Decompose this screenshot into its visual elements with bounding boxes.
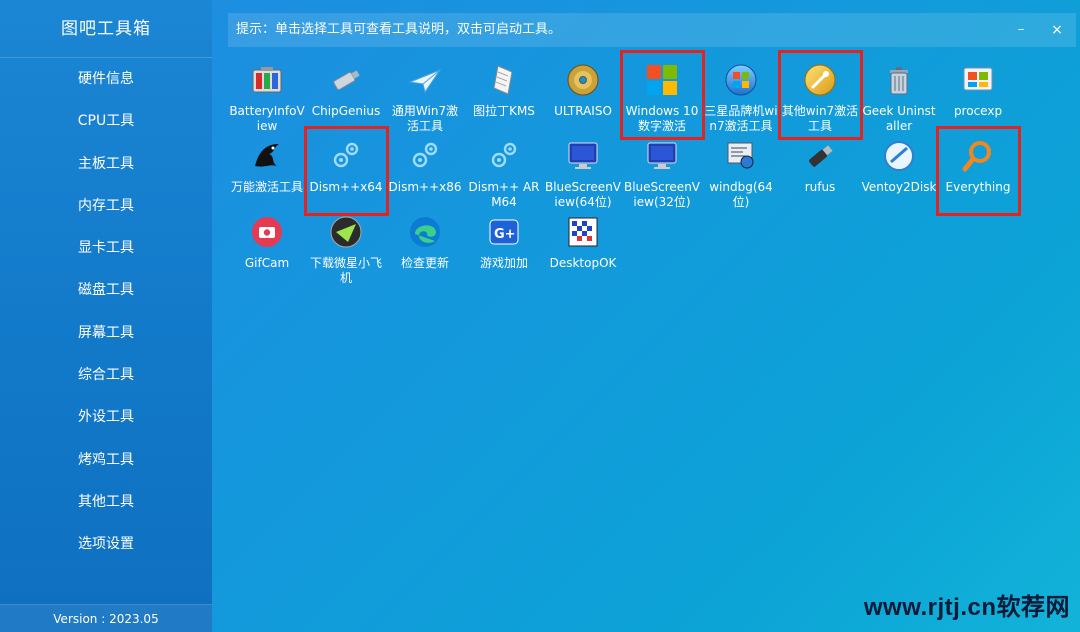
usb-drive-icon — [328, 62, 364, 98]
tool-label: Windows 10数字激活 — [625, 104, 699, 133]
monitor-icon — [565, 138, 601, 174]
tool-label: BatteryInfoView — [229, 104, 305, 133]
tool-item[interactable]: procexp — [939, 62, 1017, 119]
battery-icon — [249, 62, 285, 98]
tool-label: Dism++x64 — [309, 180, 383, 194]
scroll-icon — [486, 62, 522, 98]
edge-icon — [407, 214, 443, 250]
tool-label: 图拉丁KMS — [473, 104, 535, 118]
tool-item[interactable]: windbg(64位) — [702, 138, 780, 210]
sidebar-item-motherboard-tools[interactable]: 主板工具 — [0, 143, 212, 185]
svg-text:G+: G+ — [494, 227, 516, 242]
tool-label: Ventoy2Disk — [861, 180, 937, 194]
process-explorer-icon — [960, 62, 996, 98]
tool-item[interactable]: 图拉丁KMS — [465, 62, 543, 119]
tool-item[interactable]: GifCam — [228, 214, 306, 271]
usb-stick-icon — [802, 138, 838, 174]
tool-label: 下载微星小飞机 — [309, 256, 382, 285]
tool-item[interactable]: 万能激活工具 — [228, 138, 306, 195]
camera-icon — [249, 214, 285, 250]
tool-item[interactable]: G+ 游戏加加 — [465, 214, 543, 271]
sidebar-item-gpu-tools[interactable]: 显卡工具 — [0, 227, 212, 269]
tool-label: 游戏加加 — [479, 256, 528, 270]
tool-item[interactable]: Dism++x86 — [386, 138, 464, 195]
tool-label: Dism++ ARM64 — [468, 180, 540, 209]
tool-item[interactable]: ULTRAISO — [544, 62, 622, 119]
golden-key-orb-icon — [802, 62, 838, 98]
tool-label: DesktopOK — [549, 256, 617, 270]
tool-label: Dism++x86 — [388, 180, 462, 194]
paper-plane-icon — [407, 62, 443, 98]
watermark: www.rjtj.cn软荐网 — [863, 594, 1070, 621]
tool-item[interactable]: 其他win7激活工具 — [781, 62, 859, 134]
close-icon[interactable]: × — [1046, 13, 1068, 47]
ventoy-icon — [881, 138, 917, 174]
sidebar-item-settings[interactable]: 选项设置 — [0, 523, 212, 565]
tool-item[interactable]: Ventoy2Disk — [860, 138, 938, 195]
sidebar-item-peripheral-tools[interactable]: 外设工具 — [0, 396, 212, 438]
version-label: Version : 2023.05 — [0, 604, 212, 632]
app-title: 图吧工具箱 — [0, 0, 212, 58]
windows-logo-icon — [644, 62, 680, 98]
game-plus-icon: G+ — [486, 214, 522, 250]
gears-icon — [486, 138, 522, 174]
tool-label: 检查更新 — [400, 256, 449, 270]
tool-item[interactable]: Everything — [939, 138, 1017, 195]
gears-icon — [328, 138, 364, 174]
tool-item[interactable]: 三星品牌机win7激活工具 — [702, 62, 780, 134]
sidebar-item-screen-tools[interactable]: 屏幕工具 — [0, 312, 212, 354]
tool-label: procexp — [953, 104, 1003, 118]
tool-label: 万能激活工具 — [230, 180, 303, 194]
disc-icon — [565, 62, 601, 98]
tool-item[interactable]: rufus — [781, 138, 859, 195]
monitor-icon — [644, 138, 680, 174]
tool-item[interactable]: Dism++ ARM64 — [465, 138, 543, 210]
sidebar-item-other-tools[interactable]: 其他工具 — [0, 481, 212, 523]
tool-item[interactable]: BlueScreenView(64位) — [544, 138, 622, 210]
minimize-button[interactable]: – — [1010, 13, 1032, 47]
tool-label: 通用Win7激活工具 — [391, 104, 459, 133]
dragon-icon — [249, 138, 285, 174]
magnifier-icon — [960, 138, 996, 174]
tool-item[interactable]: ChipGenius — [307, 62, 385, 119]
tool-item[interactable]: BlueScreenView(32位) — [623, 138, 701, 210]
sidebar-item-stress-tools[interactable]: 烤鸡工具 — [0, 439, 212, 481]
tip-text: 提示：单击选择工具可查看工具说明，双击可启动工具。 — [236, 22, 562, 37]
tool-label: rufus — [804, 180, 836, 194]
tool-item[interactable]: Windows 10数字激活 — [623, 62, 701, 134]
tool-item[interactable]: Geek Uninstaller — [860, 62, 938, 134]
debugger-icon — [723, 138, 759, 174]
sidebar-nav: 硬件信息 CPU工具 主板工具 内存工具 显卡工具 磁盘工具 屏幕工具 综合工具… — [0, 58, 212, 566]
sidebar-item-general-tools[interactable]: 综合工具 — [0, 354, 212, 396]
desktop-grid-icon — [565, 214, 601, 250]
tool-label: windbg(64位) — [709, 180, 773, 209]
sidebar-item-memory-tools[interactable]: 内存工具 — [0, 185, 212, 227]
app-window: 图吧工具箱 硬件信息 CPU工具 主板工具 内存工具 显卡工具 磁盘工具 屏幕工… — [0, 0, 1080, 632]
sidebar-item-cpu-tools[interactable]: CPU工具 — [0, 100, 212, 142]
main-panel: 提示：单击选择工具可查看工具说明，双击可启动工具。 – × BatteryInf… — [212, 0, 1080, 632]
tool-label: Geek Uninstaller — [862, 104, 936, 133]
tool-label: 三星品牌机win7激活工具 — [704, 104, 778, 133]
tool-label: BlueScreenView(64位) — [544, 180, 622, 209]
tip-bar: 提示：单击选择工具可查看工具说明，双击可启动工具。 – × — [228, 13, 1076, 47]
windows7-orb-icon — [723, 62, 759, 98]
tool-label: GifCam — [244, 256, 290, 270]
tool-item[interactable]: 下载微星小飞机 — [307, 214, 385, 286]
afterburner-icon — [328, 214, 364, 250]
tool-item[interactable]: Dism++x64 — [307, 138, 385, 195]
sidebar: 图吧工具箱 硬件信息 CPU工具 主板工具 内存工具 显卡工具 磁盘工具 屏幕工… — [0, 0, 212, 632]
trash-can-icon — [881, 62, 917, 98]
gears-icon — [407, 138, 443, 174]
tool-label: ULTRAISO — [554, 104, 612, 118]
tool-label: ChipGenius — [311, 104, 381, 118]
sidebar-item-disk-tools[interactable]: 磁盘工具 — [0, 269, 212, 311]
tool-item[interactable]: 检查更新 — [386, 214, 464, 271]
sidebar-item-hardware-info[interactable]: 硬件信息 — [0, 58, 212, 100]
tool-item[interactable]: 通用Win7激活工具 — [386, 62, 464, 134]
tool-label: Everything — [945, 180, 1011, 194]
tool-item[interactable]: DesktopOK — [544, 214, 622, 271]
tool-label: 其他win7激活工具 — [781, 104, 859, 133]
tool-label: BlueScreenView(32位) — [623, 180, 701, 209]
tool-item[interactable]: BatteryInfoView — [228, 62, 306, 134]
